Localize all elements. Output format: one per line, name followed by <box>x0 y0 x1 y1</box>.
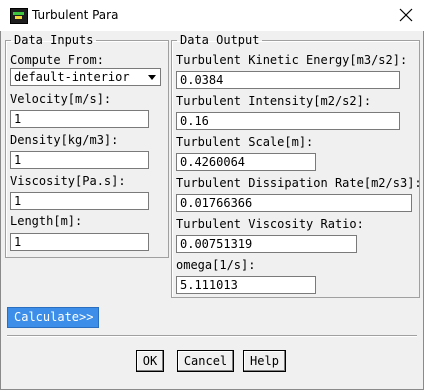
data-inputs-legend: Data Inputs <box>14 33 94 47</box>
calculate-button[interactable]: Calculate>> <box>7 307 99 328</box>
viscosity-ratio-label: Turbulent Viscosity Ratio: <box>176 217 364 231</box>
intensity-output[interactable]: 0.16 <box>176 112 400 130</box>
length-label: Length[m]: <box>10 214 83 228</box>
dissipation-output[interactable]: 0.01766366 <box>176 194 412 212</box>
data-output-legend: Data Output <box>180 33 260 47</box>
title-bar: Turbulent Para <box>0 0 424 31</box>
velocity-input[interactable]: 1 <box>10 110 149 128</box>
help-button[interactable]: Help <box>243 350 286 372</box>
dissipation-label: Turbulent Dissipation Rate[m2/s3]: <box>176 176 422 190</box>
velocity-label: Velocity[m/s]: <box>10 92 112 106</box>
omega-output[interactable]: 5.111013 <box>176 276 316 294</box>
tke-output[interactable]: 0.0384 <box>176 71 400 89</box>
viscosity-ratio-output[interactable]: 0.00751319 <box>176 235 357 253</box>
viscosity-label: Viscosity[Pa.s]: <box>10 174 126 188</box>
tke-label: Turbulent Kinetic Energy[m3/s2]: <box>176 53 408 67</box>
density-input[interactable]: 1 <box>10 151 149 169</box>
scale-label: Turbulent Scale[m]: <box>176 135 314 149</box>
length-input[interactable]: 1 <box>10 233 149 251</box>
compute-from-label: Compute From: <box>10 53 104 67</box>
fluent-app-icon <box>10 8 28 24</box>
omega-label: omega[1/s]: <box>176 258 256 272</box>
close-icon <box>399 8 413 22</box>
viscosity-input[interactable]: 1 <box>10 192 149 210</box>
scale-output[interactable]: 0.4260064 <box>176 153 316 171</box>
cancel-button[interactable]: Cancel <box>177 350 234 372</box>
close-button[interactable] <box>392 2 420 28</box>
window-title: Turbulent Para <box>32 8 119 22</box>
ok-button[interactable]: OK <box>136 350 164 372</box>
divider <box>7 335 417 337</box>
intensity-label: Turbulent Intensity[m2/s2]: <box>176 94 372 108</box>
density-label: Density[kg/m3]: <box>10 133 119 147</box>
compute-from-value: default-interior <box>14 70 130 84</box>
compute-from-select[interactable]: default-interior <box>10 68 161 86</box>
chevron-down-icon[interactable] <box>145 70 159 84</box>
